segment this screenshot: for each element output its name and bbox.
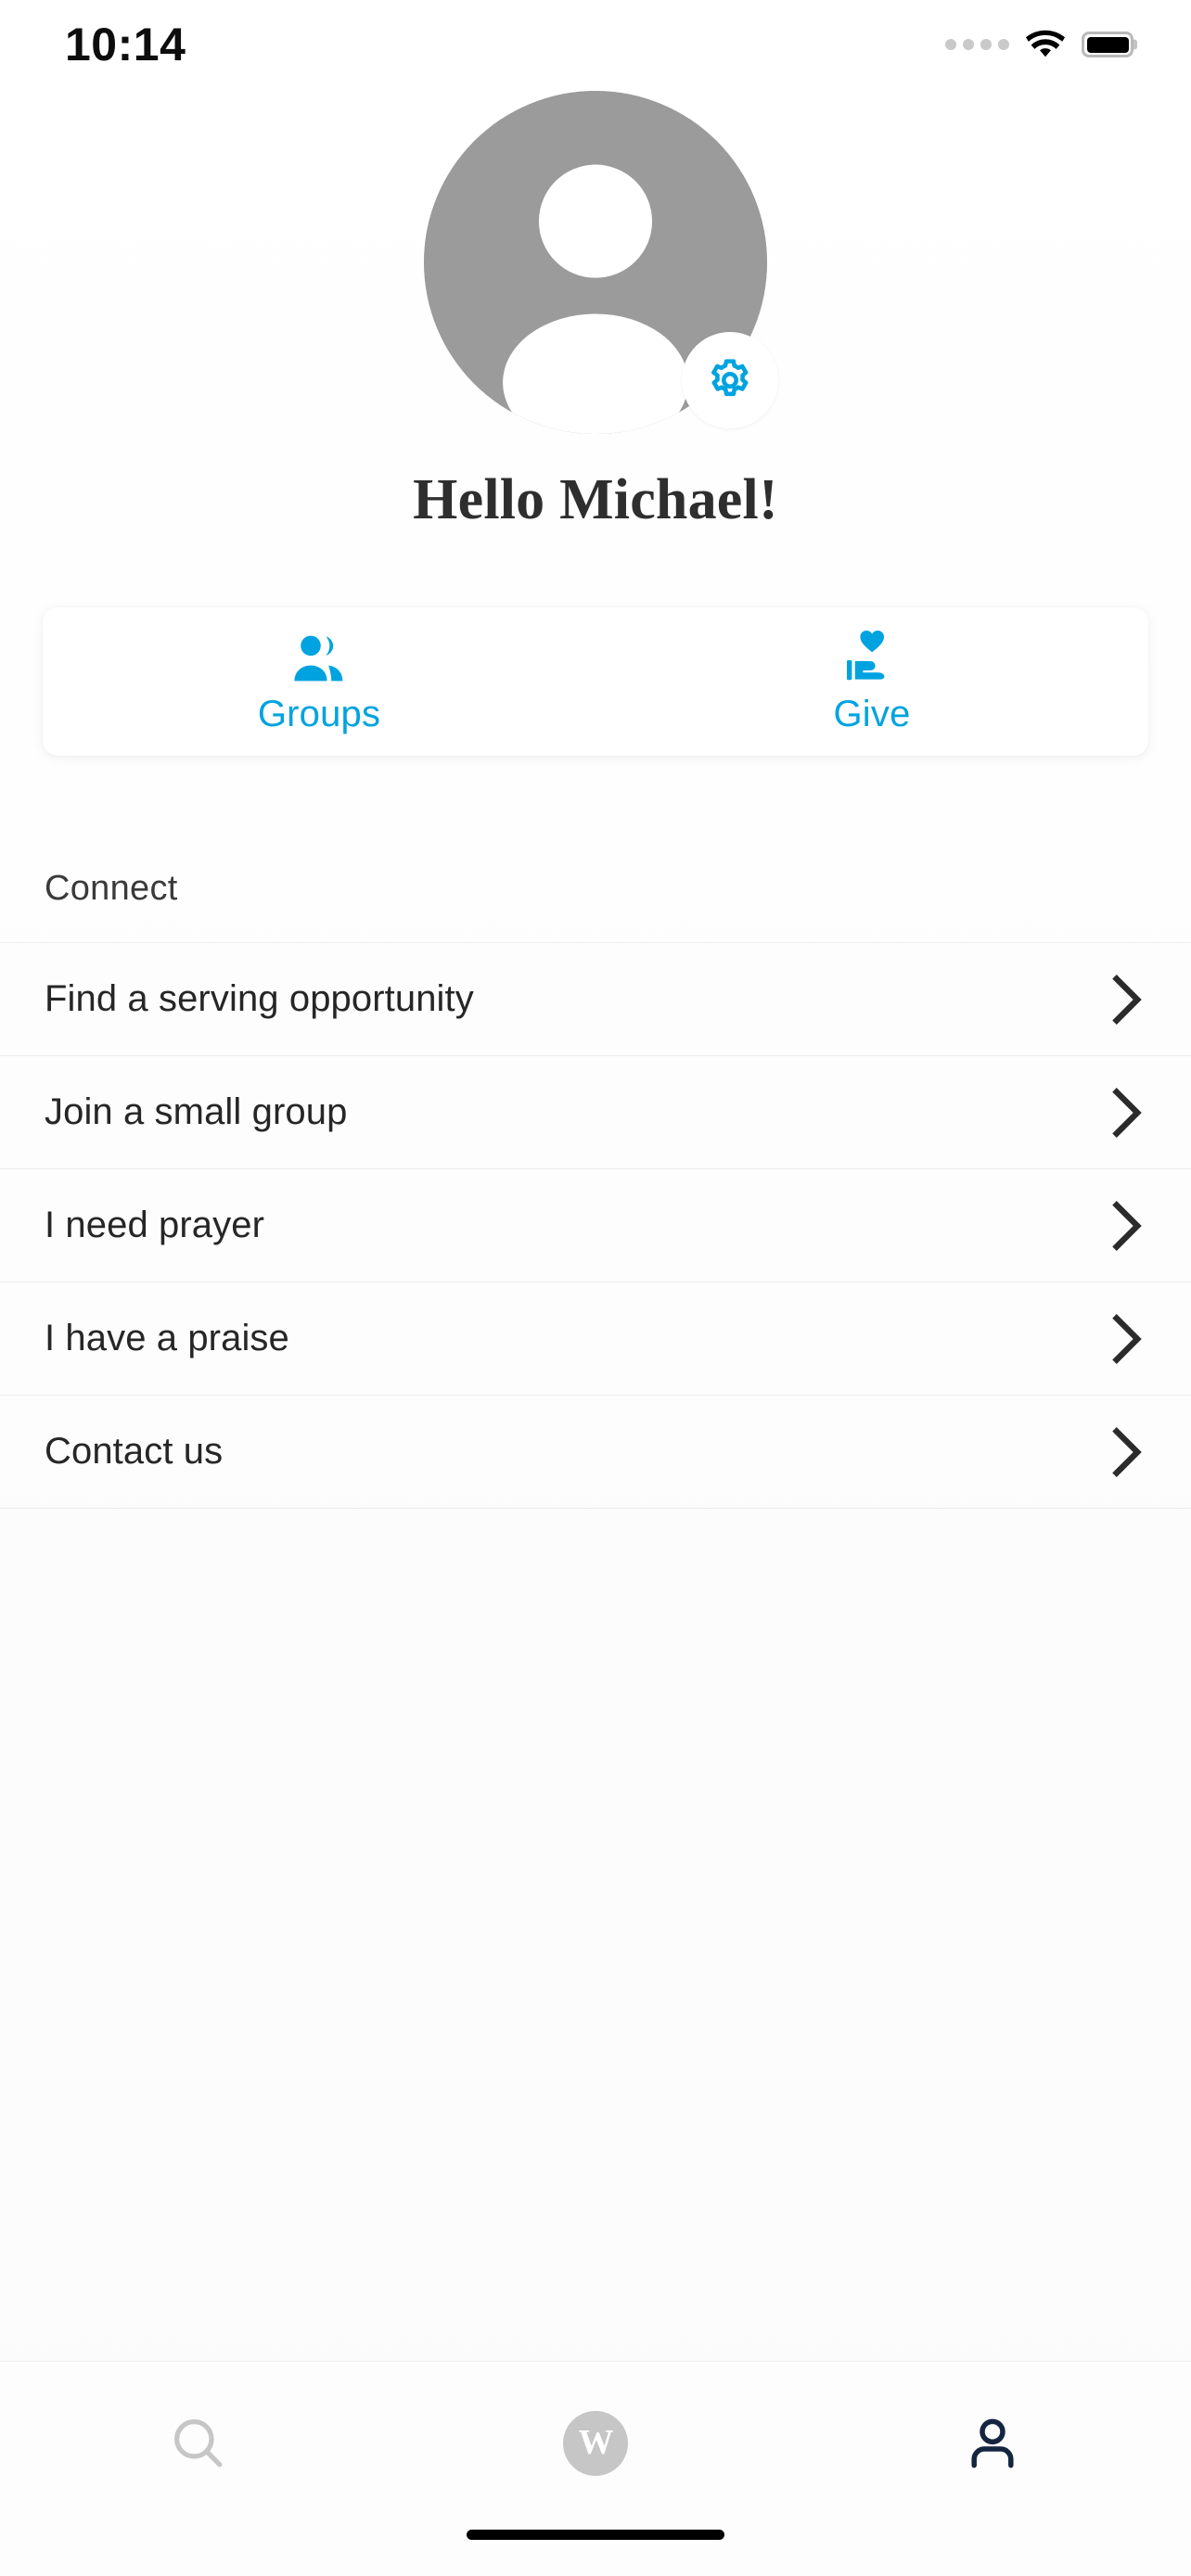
w-logo-icon: W: [563, 2410, 628, 2476]
quick-actions-card: Groups Give: [43, 607, 1148, 756]
gear-icon: [711, 359, 749, 397]
quick-action-give[interactable]: Give: [596, 607, 1148, 756]
list-item-label: Join a small group: [45, 1091, 348, 1132]
chevron-right-icon: [1112, 1313, 1142, 1364]
connect-list: Find a serving opportunity Join a small …: [0, 942, 1191, 1509]
home-indicator-area: [0, 2524, 1191, 2576]
tab-search[interactable]: [0, 2362, 397, 2524]
quick-action-groups[interactable]: Groups: [43, 607, 596, 756]
w-logo-letter: W: [578, 2422, 614, 2462]
person-icon: [971, 2418, 1014, 2468]
chevron-right-icon: [1112, 1200, 1142, 1251]
chevron-right-icon: [1112, 1087, 1142, 1138]
list-item-label: I have a praise: [45, 1318, 289, 1358]
list-item-i-need-prayer[interactable]: I need prayer: [0, 1169, 1191, 1282]
list-item-label: Contact us: [45, 1431, 224, 1472]
cellular-dots-icon: [945, 39, 1009, 50]
search-icon: [174, 2418, 223, 2467]
users-icon: [290, 629, 348, 682]
list-item-find-serving-opportunity[interactable]: Find a serving opportunity: [0, 943, 1191, 1056]
profile-header: Hello Michael!: [0, 89, 1191, 533]
chevron-right-icon: [1112, 974, 1142, 1025]
battery-full-icon: [1082, 32, 1133, 57]
hand-holding-heart-icon: [843, 629, 901, 682]
quick-action-label: Give: [833, 693, 911, 734]
list-item-contact-us[interactable]: Contact us: [0, 1396, 1191, 1509]
status-time: 10:14: [65, 19, 186, 70]
page-title: Hello Michael!: [413, 468, 778, 531]
quick-action-label: Groups: [257, 693, 381, 734]
app-screen: 10:14 Hello Michael! Groups Give Connect…: [0, 0, 1191, 2576]
status-bar: 10:14: [0, 0, 1191, 89]
wifi-icon: [1026, 30, 1065, 57]
status-indicators: [945, 30, 1133, 59]
section-title-connect: Connect: [45, 869, 178, 908]
list-item-i-have-a-praise[interactable]: I have a praise: [0, 1282, 1191, 1396]
list-item-label: Find a serving opportunity: [45, 978, 474, 1019]
list-item-join-small-group[interactable]: Join a small group: [0, 1056, 1191, 1169]
settings-button[interactable]: [682, 332, 778, 428]
home-indicator[interactable]: [467, 2530, 724, 2540]
avatar[interactable]: [424, 91, 778, 434]
list-item-label: I need prayer: [45, 1205, 265, 1245]
bottom-tab-bar: W: [0, 2361, 1191, 2524]
tab-profile[interactable]: [794, 2362, 1191, 2524]
tab-home[interactable]: W: [397, 2362, 794, 2524]
chevron-right-icon: [1112, 1426, 1142, 1477]
